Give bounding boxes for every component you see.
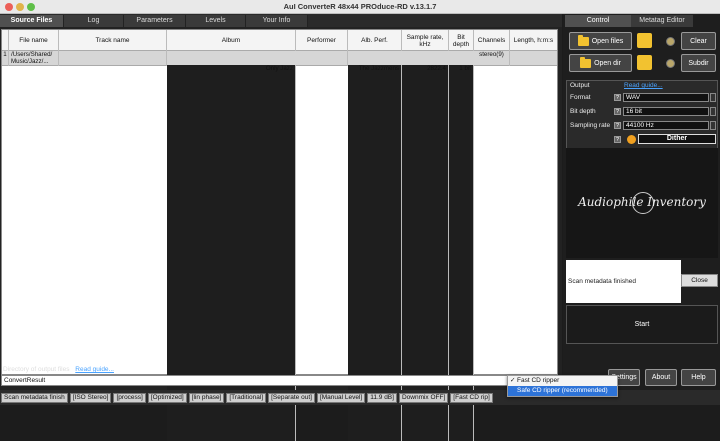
table-row[interactable]: 1 /Users/Shared/ Music/Jazz/... Only Jaz…	[2, 51, 557, 441]
option-toggle-icon[interactable]	[666, 37, 675, 46]
status-downmix[interactable]: Downmix OFF]	[398, 392, 449, 403]
option-label: Fast CD ripper	[517, 377, 560, 384]
cell-channels: stereo(9)	[474, 51, 510, 66]
cell-performer	[296, 51, 348, 66]
logo-text: Audiophile Inventory	[578, 195, 706, 209]
status-mode[interactable]: [ISO Stereo]	[69, 392, 112, 403]
status-traditional[interactable]: [Traditional]	[226, 392, 267, 403]
bit-depth-label: Bit depth	[570, 108, 596, 115]
output-label: Output	[570, 82, 590, 89]
start-button[interactable]: Start	[566, 305, 718, 344]
folder-icon	[580, 56, 592, 68]
header-file-name[interactable]: File name	[9, 30, 59, 51]
logo: Audiophile Inventory	[566, 148, 718, 258]
cell-length	[510, 51, 557, 66]
bit-depth-select[interactable]: 16 bit	[623, 107, 709, 116]
status-ripper[interactable]: [Fast CD rip]	[450, 392, 493, 403]
status-phase[interactable]: [lin phase]	[188, 392, 225, 403]
header-bit-depth[interactable]: Bit depth	[449, 30, 474, 51]
tab-parameters[interactable]: Parameters	[124, 15, 186, 27]
add-file-icon[interactable]	[637, 33, 652, 48]
source-files-table[interactable]: File name Track name Album Performer Alb…	[1, 29, 558, 441]
output-dir-input[interactable]: ConvertResult	[1, 375, 558, 386]
tab-levels[interactable]: Levels	[186, 15, 246, 27]
option-safe-cd-ripper[interactable]: Safe CD ripper (recommended)	[508, 386, 617, 396]
open-files-button[interactable]: Open files	[569, 32, 632, 50]
chevron-down-icon[interactable]	[710, 121, 716, 130]
header-index	[2, 30, 9, 51]
scan-message-box: Scan metadata finished	[566, 260, 681, 303]
main-tabs: Source Files Log Parameters Levels Your …	[0, 14, 562, 27]
help-button[interactable]: Help	[681, 369, 716, 386]
output-read-guide-link[interactable]: Read guide...	[624, 82, 663, 89]
sampling-rate-help-icon[interactable]: ?	[614, 122, 621, 129]
format-select[interactable]: WAV	[623, 93, 709, 102]
format-label: Format	[570, 94, 591, 101]
close-message-button[interactable]: Close	[681, 274, 718, 287]
header-track-name[interactable]: Track name	[59, 30, 167, 51]
open-dir-label: Open dir	[594, 59, 621, 67]
status-db[interactable]: 11.9 dB]	[367, 392, 397, 403]
chevron-down-icon[interactable]	[710, 93, 716, 102]
output-read-guide-link[interactable]: Read guide...	[75, 366, 114, 373]
status-process[interactable]: [process]	[113, 392, 146, 403]
header-alb-perf[interactable]: Alb. Perf.	[348, 30, 402, 51]
option-fast-cd-ripper[interactable]: ✓ Fast CD ripper	[508, 376, 617, 386]
tab-source-files[interactable]: Source Files	[0, 15, 64, 27]
header-length[interactable]: Length, h:m:s	[510, 30, 557, 51]
subdir-button[interactable]: Subdir	[681, 54, 716, 72]
open-dir-button[interactable]: Open dir	[569, 54, 632, 72]
add-folder-icon[interactable]	[637, 55, 652, 70]
sampling-rate-label: Sampling rate	[570, 122, 611, 129]
ripper-dropdown[interactable]: ✓ Fast CD ripper Safe CD ripper (recomme…	[507, 375, 618, 397]
status-optimized[interactable]: [Optimized]	[147, 392, 187, 403]
folder-icon	[577, 34, 589, 46]
scan-message: Scan metadata finished	[568, 278, 636, 285]
cell-file-name: /Users/Shared/ Music/Jazz/...	[9, 51, 59, 66]
header-channels[interactable]: Channels	[474, 30, 510, 51]
checkmark-icon: ✓	[510, 377, 516, 384]
dither-help-icon[interactable]: ?	[614, 136, 621, 143]
header-album[interactable]: Album	[167, 30, 296, 51]
table-header: File name Track name Album Performer Alb…	[2, 30, 557, 51]
format-help-icon[interactable]: ?	[614, 94, 621, 101]
header-performer[interactable]: Performer	[296, 30, 348, 51]
output-dir-section: Directory of output files Read guide...	[3, 366, 114, 373]
output-dir-label: Directory of output files	[3, 366, 70, 373]
about-button[interactable]: About	[645, 369, 677, 386]
tab-log[interactable]: Log	[64, 15, 124, 27]
option-label: Safe CD ripper (recommended)	[517, 387, 608, 394]
open-files-label: Open files	[591, 37, 624, 45]
tab-your-info[interactable]: Your Info	[246, 15, 308, 27]
header-sample-rate[interactable]: Sample rate, kHz	[402, 30, 449, 51]
dither-indicator-icon[interactable]	[627, 135, 636, 144]
cell-track-name	[59, 51, 167, 66]
clear-button[interactable]: Clear	[681, 32, 716, 50]
status-level[interactable]: [Manual Level]	[316, 392, 366, 403]
dither-button[interactable]: Dither	[638, 134, 716, 144]
bit-depth-help-icon[interactable]: ?	[614, 108, 621, 115]
status-scan: Scan metadata finish	[1, 392, 68, 403]
title-bar: AuI ConverteR 48x44 PROduce-RD v.13.1.7	[0, 0, 720, 14]
option-toggle-icon[interactable]	[666, 59, 675, 68]
row-number: 1	[2, 51, 9, 66]
tab-metatag-editor[interactable]: Metatag Editor	[631, 15, 693, 27]
sampling-rate-select[interactable]: 44100 Hz	[623, 121, 709, 130]
tab-control[interactable]: Control	[565, 15, 631, 27]
status-separate[interactable]: [Separate out]	[268, 392, 315, 403]
chevron-down-icon[interactable]	[710, 107, 716, 116]
window-title: AuI ConverteR 48x44 PROduce-RD v.13.1.7	[283, 2, 437, 11]
right-panel: Control Metatag Editor Open files Clear …	[563, 14, 720, 390]
left-panel: Source Files Log Parameters Levels Your …	[0, 14, 562, 441]
